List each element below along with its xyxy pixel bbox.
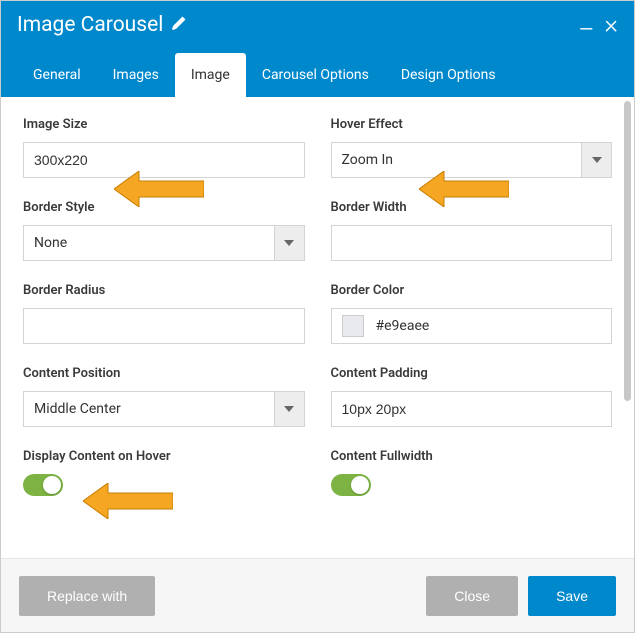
tab-carousel-options[interactable]: Carousel Options <box>246 53 385 97</box>
content-fullwidth-toggle[interactable] <box>331 474 371 496</box>
border-style-label: Border Style <box>23 200 305 215</box>
content-padding-input[interactable] <box>331 391 613 427</box>
modal-title-wrap: Image Carousel <box>17 13 187 37</box>
display-content-on-hover-label: Display Content on Hover <box>23 449 305 464</box>
tab-general[interactable]: General <box>17 53 97 97</box>
hover-effect-label: Hover Effect <box>331 117 613 132</box>
border-color-value: #e9eaee <box>376 318 430 334</box>
border-style-value: None <box>23 225 275 261</box>
save-button[interactable]: Save <box>528 576 616 616</box>
border-style-select[interactable]: None <box>23 225 305 261</box>
scrollbar[interactable] <box>624 101 631 401</box>
display-content-on-hover-toggle[interactable] <box>23 474 63 496</box>
image-carousel-modal: Image Carousel _ × General Images Image … <box>0 0 635 633</box>
chevron-down-icon[interactable] <box>275 391 305 427</box>
tab-design-options[interactable]: Design Options <box>385 53 512 97</box>
edit-icon[interactable] <box>171 13 187 37</box>
image-size-input[interactable] <box>23 142 305 178</box>
border-radius-label: Border Radius <box>23 283 305 298</box>
close-button[interactable]: Close <box>426 576 518 616</box>
modal-header: Image Carousel _ × <box>1 1 634 49</box>
close-icon[interactable]: × <box>604 12 618 38</box>
tab-images[interactable]: Images <box>97 53 175 97</box>
modal-content: Image Size Hover Effect Zoom In Border S… <box>1 97 634 559</box>
border-color-label: Border Color <box>331 283 613 298</box>
replace-with-button[interactable]: Replace with <box>19 576 155 616</box>
border-radius-input[interactable] <box>23 308 305 344</box>
content-position-select[interactable]: Middle Center <box>23 391 305 427</box>
minimize-icon[interactable]: _ <box>580 5 592 33</box>
border-color-input[interactable]: #e9eaee <box>331 308 613 344</box>
modal-footer: Replace with Close Save <box>1 558 634 632</box>
image-size-label: Image Size <box>23 117 305 132</box>
border-width-input[interactable] <box>331 225 613 261</box>
chevron-down-icon[interactable] <box>582 142 612 178</box>
border-width-label: Border Width <box>331 200 613 215</box>
content-position-value: Middle Center <box>23 391 275 427</box>
content-position-label: Content Position <box>23 366 305 381</box>
tabs: General Images Image Carousel Options De… <box>1 49 634 97</box>
tab-image[interactable]: Image <box>175 53 246 97</box>
hover-effect-value: Zoom In <box>331 142 583 178</box>
content-padding-label: Content Padding <box>331 366 613 381</box>
chevron-down-icon[interactable] <box>275 225 305 261</box>
modal-title: Image Carousel <box>17 13 163 37</box>
content-fullwidth-label: Content Fullwidth <box>331 449 613 464</box>
color-swatch <box>342 315 364 337</box>
header-actions: _ × <box>580 11 618 39</box>
hover-effect-select[interactable]: Zoom In <box>331 142 613 178</box>
